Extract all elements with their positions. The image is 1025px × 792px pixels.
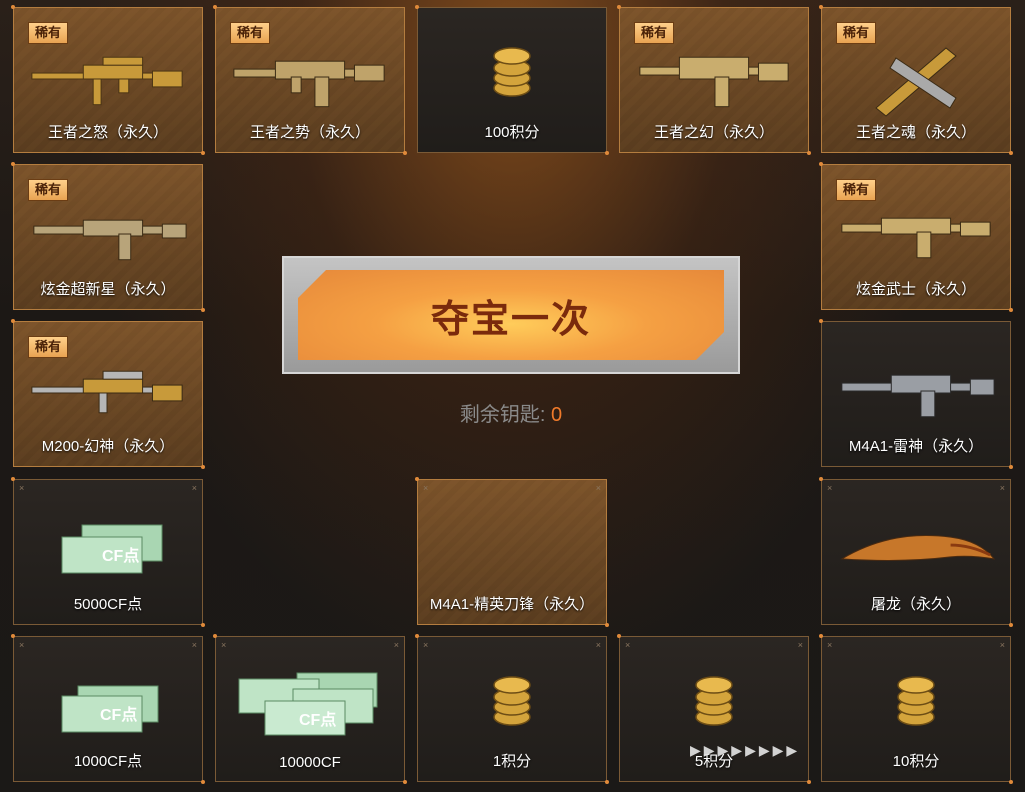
prize-cell[interactable]: × × CF点 1000CF点 — [11, 634, 205, 784]
prize-label: M200-幻神（永久） — [41, 438, 175, 455]
svg-text:CF点: CF点 — [100, 705, 137, 724]
corner-mark: × — [999, 483, 1005, 493]
prize-label: 炫金武士（永久） — [855, 281, 976, 298]
prize-label: 10积分 — [892, 753, 940, 770]
remaining-keys-count: 0 — [551, 404, 563, 426]
corner-mark: × — [797, 640, 803, 650]
draw-once-button[interactable]: 夺宝一次 — [282, 256, 740, 374]
sniper-rifle-icon — [24, 38, 192, 118]
sniper-rifle-icon — [24, 352, 192, 432]
corner-mark: × — [423, 483, 429, 493]
prize-label: 100积分 — [484, 124, 540, 141]
prize-cell[interactable]: 稀有 炫金武士（永久） — [819, 162, 1013, 312]
prize-label: 王者之魂（永久） — [855, 124, 976, 141]
coin-stack-icon — [492, 42, 532, 102]
corner-mark: × — [827, 640, 833, 650]
assault-rifle-icon — [24, 195, 192, 275]
prize-cell[interactable]: 100积分 — [415, 5, 609, 155]
coin-stack-icon — [694, 671, 734, 731]
remaining-keys-label: 剩余钥匙: — [459, 404, 546, 426]
svg-text:CF点: CF点 — [102, 546, 139, 565]
prize-cell[interactable]: 稀有 王者之魂（永久） — [819, 5, 1013, 155]
assault-rifle-icon — [832, 352, 1000, 432]
prize-cell[interactable]: × × 1积分 — [415, 634, 609, 784]
corner-mark: × — [595, 640, 601, 650]
prize-cell[interactable]: 稀有 M200-幻神（永久） — [11, 319, 205, 469]
prize-cell[interactable]: M4A1-雷神（永久） — [819, 319, 1013, 469]
assault-rifle-icon — [630, 38, 798, 118]
prize-cell[interactable]: × × M4A1-精英刀锋（永久） — [415, 477, 609, 627]
coin-stack-icon — [896, 671, 936, 731]
prize-label: 1积分 — [492, 753, 532, 770]
prize-label: 5000CF点 — [73, 596, 143, 613]
corner-mark: × — [19, 483, 25, 493]
prize-label: 屠龙（永久） — [870, 596, 961, 613]
prize-label: 王者之幻（永久） — [653, 124, 774, 141]
coin-stack-icon — [492, 671, 532, 731]
dual-pistols-icon — [832, 38, 1000, 118]
watermark: ▶▶▶▶▶▶▶▶ — [690, 742, 801, 758]
svg-text:CF点: CF点 — [299, 710, 336, 729]
prize-label: 10000CF — [279, 754, 341, 771]
prize-cell[interactable]: 稀有 王者之幻（永久） — [617, 5, 811, 155]
cf-ticket-icon: CF点 — [24, 667, 192, 747]
corner-mark: × — [191, 483, 197, 493]
corner-mark: × — [393, 640, 399, 650]
cf-ticket-icon: CF点 — [24, 510, 192, 590]
draw-button-label: 夺宝一次 — [430, 298, 591, 341]
corner-mark: × — [423, 640, 429, 650]
remaining-keys: 剩余钥匙: 0 — [282, 398, 740, 427]
prize-label: M4A1-精英刀锋（永久） — [429, 596, 595, 613]
corner-mark: × — [595, 483, 601, 493]
knife-icon — [832, 510, 1000, 590]
prize-cell[interactable]: × × 5积分 — [617, 634, 811, 784]
prize-cell[interactable]: × × CF点 5000CF点 — [11, 477, 205, 627]
assault-rifle-icon — [226, 38, 394, 118]
prize-cell[interactable]: × × 10积分 — [819, 634, 1013, 784]
prize-label: 王者之怒（永久） — [47, 124, 168, 141]
draw-button-face: 夺宝一次 — [298, 270, 724, 360]
prize-label: M4A1-雷神（永久） — [848, 438, 984, 455]
corner-mark: × — [999, 640, 1005, 650]
prize-cell[interactable]: × × CF点 10000CF — [213, 634, 407, 784]
corner-mark: × — [19, 640, 25, 650]
prize-label: 1000CF点 — [73, 753, 143, 770]
corner-mark: × — [191, 640, 197, 650]
corner-mark: × — [625, 640, 631, 650]
cf-ticket-stack-icon: CF点 — [226, 667, 394, 747]
prize-cell[interactable]: × × 屠龙（永久） — [819, 477, 1013, 627]
corner-mark: × — [827, 483, 833, 493]
prize-cell[interactable]: 稀有 王者之势（永久） — [213, 5, 407, 155]
prize-cell[interactable]: 稀有 王者之怒（永久） — [11, 5, 205, 155]
prize-cell[interactable]: 稀有 炫金超新星（永久） — [11, 162, 205, 312]
corner-mark: × — [221, 640, 227, 650]
prize-label: 炫金超新星（永久） — [40, 281, 176, 298]
prize-label: 王者之势（永久） — [249, 124, 370, 141]
assault-rifle-icon — [832, 195, 1000, 275]
